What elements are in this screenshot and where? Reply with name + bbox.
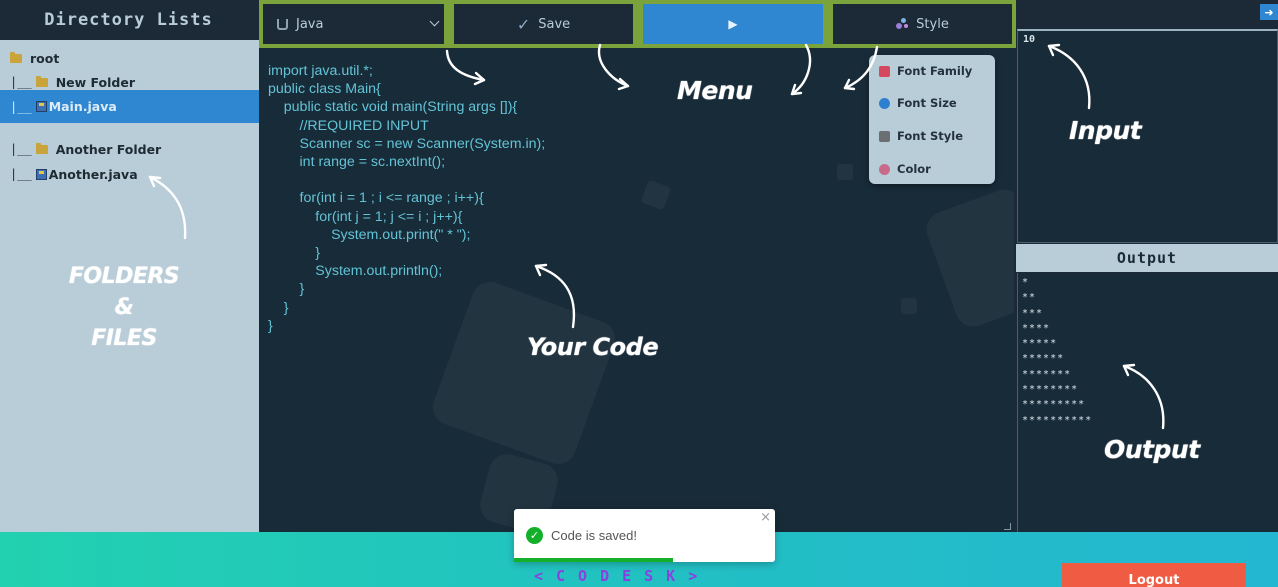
menu-item-label: Font Family (897, 64, 973, 78)
style-button[interactable]: Style (833, 4, 1012, 44)
tree-item-another-folder[interactable]: |__ Another Folder (0, 137, 259, 161)
language-value: Java (296, 16, 324, 32)
tree-item-label: Main.java (48, 99, 117, 114)
resize-handle[interactable] (1004, 523, 1011, 530)
toast-message: Code is saved! (551, 528, 637, 543)
output-title: Output (1016, 244, 1278, 272)
logout-button[interactable]: Logout (1062, 563, 1246, 587)
save-label: Save (538, 16, 571, 32)
magnifier-icon (879, 97, 890, 109)
folder-icon (35, 75, 48, 87)
font-family-icon (879, 65, 890, 77)
annotation-line: FOLDERS (68, 264, 180, 289)
annotation-menu: Menu (677, 76, 753, 105)
run-button[interactable]: ▶ (643, 4, 823, 44)
background-shape (837, 164, 853, 180)
folder-icon (10, 51, 22, 63)
save-button[interactable]: ✓ Save (454, 4, 633, 44)
editor-toolbar: Java ✓ Save ▶ Style (259, 0, 1016, 48)
tree-item-another-java[interactable]: |__ Another.java (0, 162, 259, 186)
folder-icon (35, 142, 48, 154)
brand-logo: <CODESK> (534, 567, 711, 585)
menu-item-color[interactable]: Color (879, 161, 931, 177)
palette-icon (896, 18, 910, 30)
tree-item-label: root (30, 50, 60, 66)
tree-item-main-java[interactable]: |__ Main.java (0, 90, 259, 123)
menu-item-label: Color (897, 162, 931, 176)
palette-icon (879, 163, 890, 175)
tree-prefix: |__ (10, 75, 32, 89)
annotation-output: Output (1104, 435, 1200, 464)
menu-item-font-style[interactable]: Font Style (879, 128, 963, 144)
annotation-folders-files: FOLDERS & FILES (60, 261, 188, 354)
annotation-your-code: Your Code (527, 333, 659, 361)
menu-item-font-size[interactable]: Font Size (879, 95, 957, 111)
toast-progress-bar (514, 558, 673, 562)
annotation-line: & (114, 295, 134, 320)
output-panel: * ** *** **** ***** ****** ******* *****… (1017, 273, 1278, 532)
chevron-down-icon (429, 16, 440, 27)
tree-item-root[interactable]: root (0, 46, 259, 70)
tree-item-label: Another.java (48, 166, 138, 182)
io-topbar: ➜ (1016, 0, 1278, 28)
background-shape (640, 179, 672, 211)
language-select[interactable]: Java (263, 4, 444, 44)
exit-arrow-icon[interactable]: ➜ (1260, 4, 1278, 20)
tree-prefix: |__ (10, 142, 32, 156)
check-icon: ✓ (516, 14, 531, 34)
java-cup-icon (277, 18, 288, 30)
app-window: Directory Lists root |__ New Folder |__ … (0, 0, 1278, 587)
menu-item-label: Font Style (897, 129, 963, 143)
annotation-line: FILES (91, 326, 157, 351)
menu-item-label: Font Size (897, 96, 957, 110)
code-text[interactable]: import java.util.*; public class Main{ p… (268, 62, 545, 335)
sidebar-title: Directory Lists (0, 0, 259, 40)
tree-prefix: |__ (10, 167, 32, 181)
play-icon: ▶ (728, 17, 738, 31)
tree-item-label: New Folder (55, 74, 136, 90)
tree-item-label: Another Folder (55, 141, 162, 157)
font-style-icon (879, 130, 890, 142)
input-value: 10 (1023, 34, 1036, 45)
tree-prefix: |__ (10, 99, 32, 114)
output-value: * ** *** **** ***** ****** ******* *****… (1022, 277, 1093, 426)
success-check-icon: ✓ (526, 527, 543, 544)
close-icon[interactable]: × (760, 510, 771, 525)
background-shape (901, 298, 917, 314)
menu-item-font-family[interactable]: Font Family (879, 63, 972, 79)
save-toast: ✓ Code is saved! × (514, 509, 775, 562)
java-file-icon (35, 101, 47, 112)
style-dropdown-menu: Font Family Font Size Font Style Color (869, 55, 995, 184)
annotation-input: Input (1069, 116, 1142, 145)
background-shape (921, 184, 1014, 332)
style-label: Style (916, 16, 949, 32)
java-file-icon (35, 168, 47, 180)
input-textarea[interactable]: 10 (1017, 29, 1278, 243)
